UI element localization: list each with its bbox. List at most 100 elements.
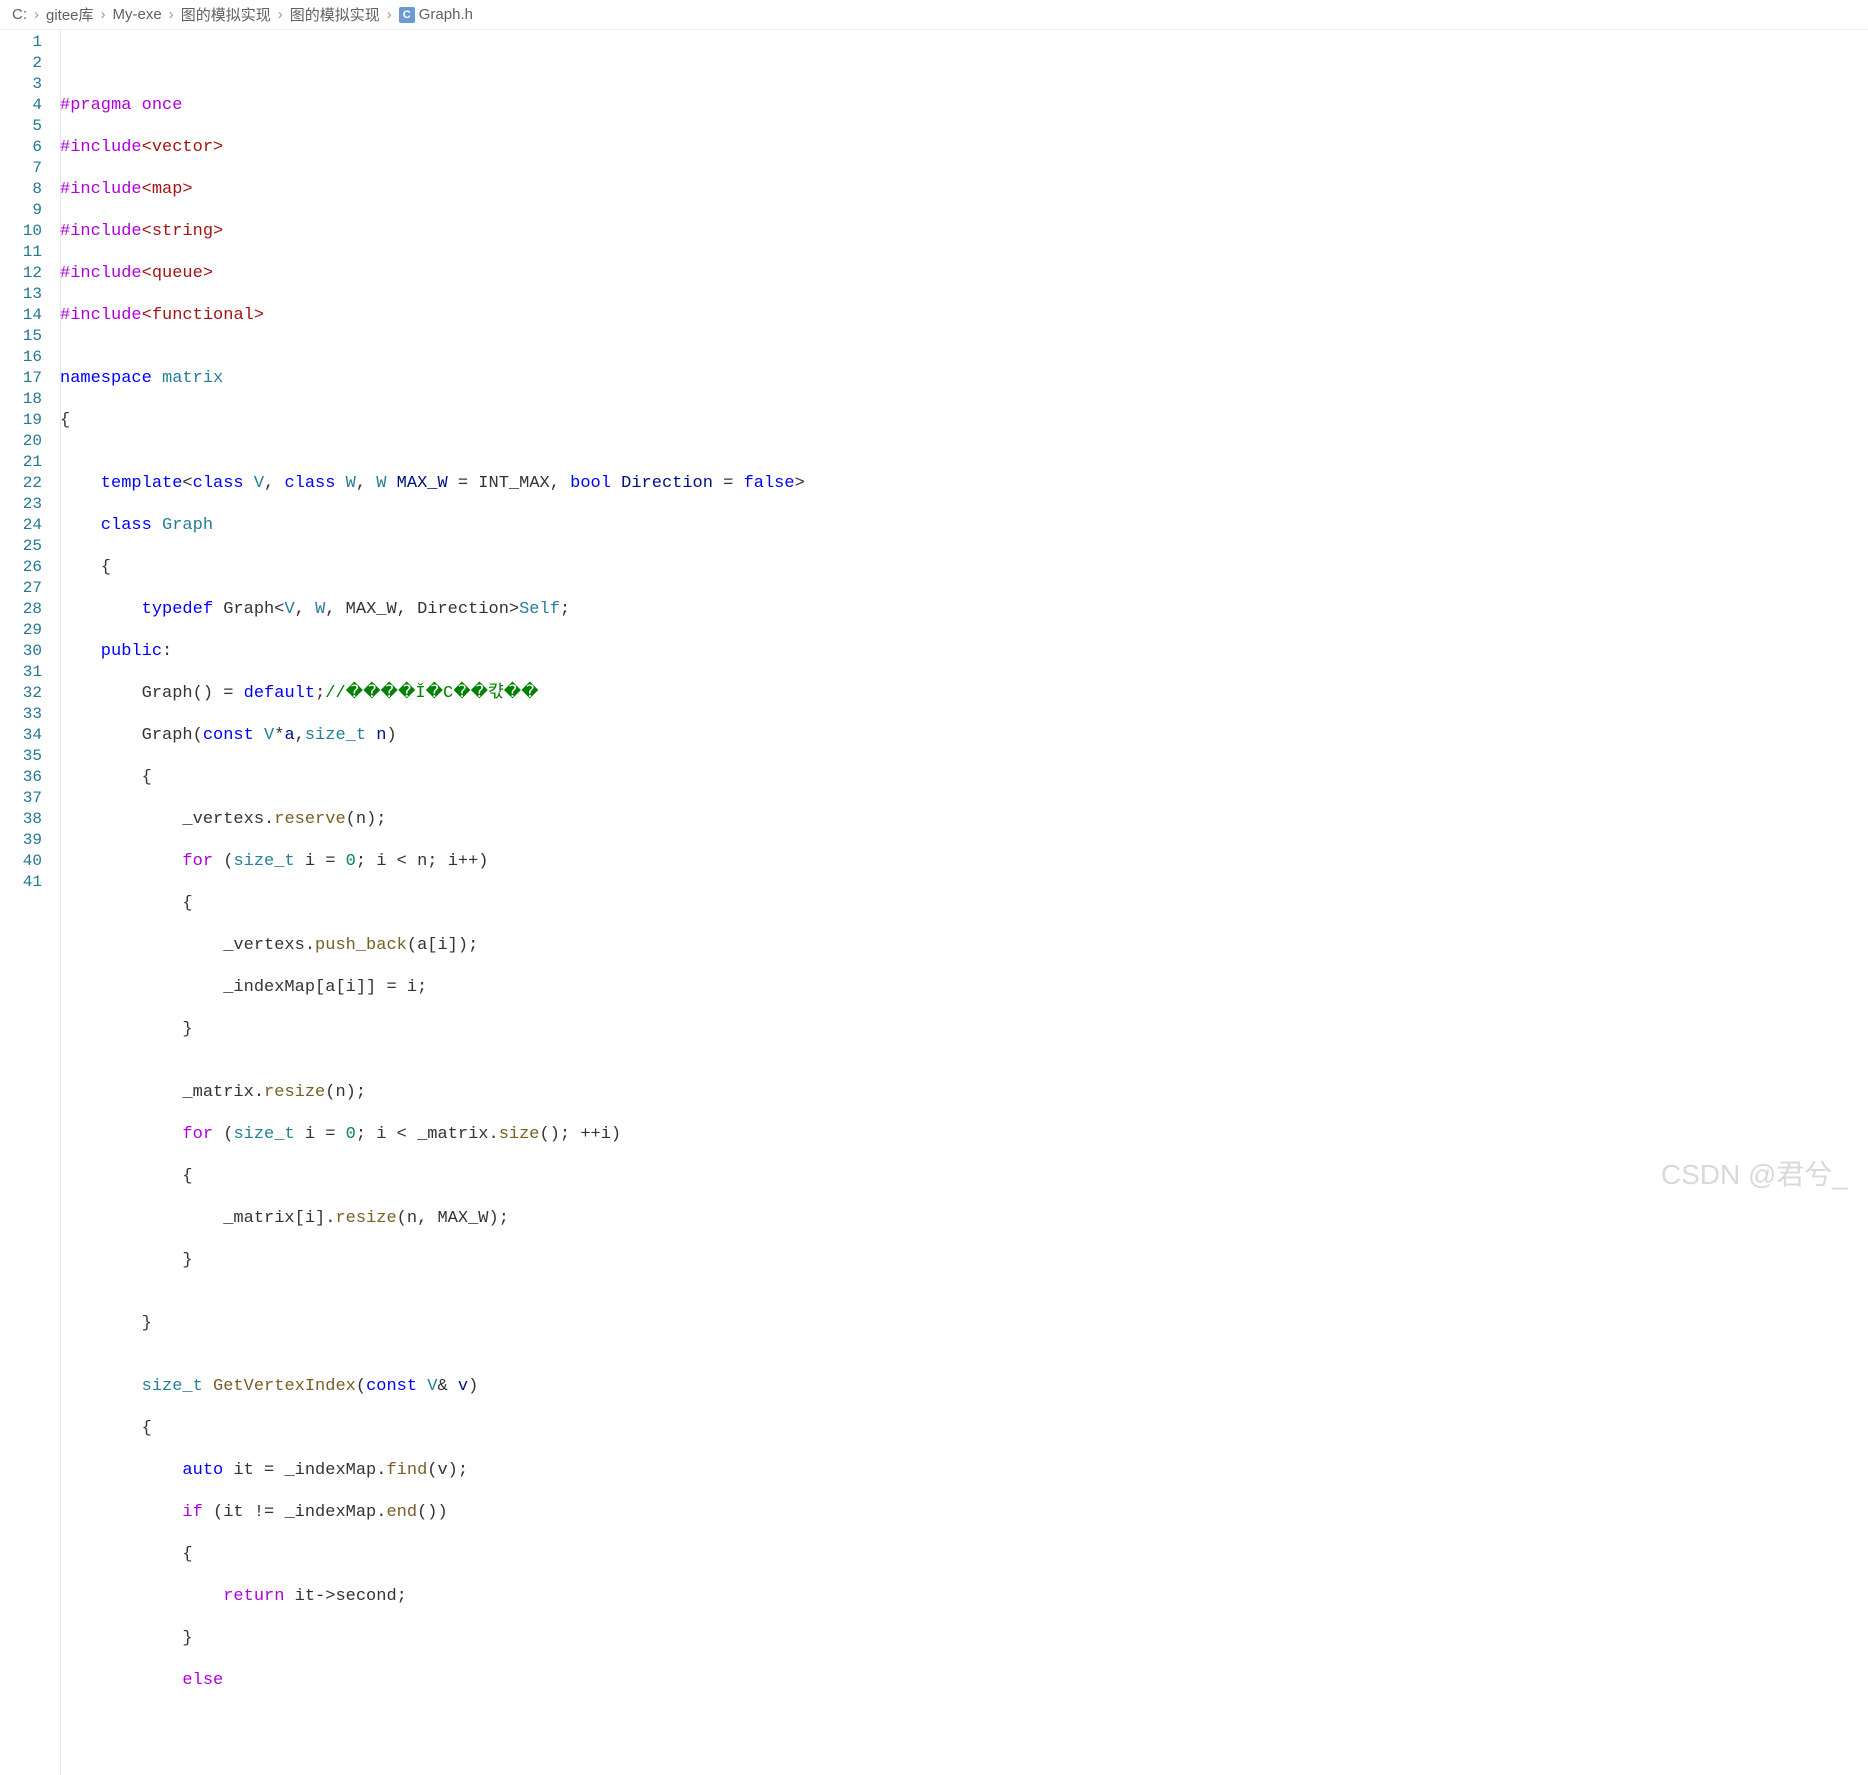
code-editor[interactable]: 1234567891011121314151617181920212223242… (0, 30, 1868, 1775)
chevron-right-icon: › (101, 6, 106, 23)
code-token: size_t (305, 726, 366, 745)
code-line: { (60, 1544, 1868, 1565)
code-token: (n); (346, 810, 387, 829)
code-token: V (417, 1377, 437, 1396)
breadcrumb-item[interactable]: gitee库 (46, 4, 94, 25)
code-token: Self (519, 600, 560, 619)
line-number: 12 (0, 263, 42, 284)
code-token: , (295, 726, 305, 745)
line-number: 39 (0, 830, 42, 851)
code-token: 0 (346, 1125, 356, 1144)
code-token: _vertexs. (60, 810, 274, 829)
breadcrumb-item[interactable]: My-exe (113, 6, 162, 23)
line-number: 17 (0, 368, 42, 389)
code-token: MAX_W (386, 474, 447, 493)
code-token: resize (264, 1083, 325, 1102)
line-number: 24 (0, 515, 42, 536)
code-token: for (60, 1125, 213, 1144)
code-token: class (284, 474, 335, 493)
line-number: 41 (0, 872, 42, 893)
line-number: 18 (0, 389, 42, 410)
code-token: false (744, 474, 795, 493)
code-token: if (60, 1503, 203, 1522)
code-content[interactable]: #pragma once #include<vector> #include<m… (60, 30, 1868, 1775)
line-number: 29 (0, 620, 42, 641)
c-file-icon: C (399, 7, 415, 23)
line-number: 30 (0, 641, 42, 662)
code-token: (a[i]); (407, 936, 478, 955)
code-token: class (193, 474, 244, 493)
line-number: 23 (0, 494, 42, 515)
code-token: i = (295, 852, 346, 871)
code-token: <queue> (142, 264, 213, 283)
chevron-right-icon: › (278, 6, 283, 23)
code-token: v (458, 1377, 468, 1396)
code-token: matrix (152, 369, 223, 388)
code-token: resize (335, 1209, 396, 1228)
code-token: #pragma (60, 96, 131, 115)
code-token: #include (60, 306, 142, 325)
chevron-right-icon: › (387, 6, 392, 23)
code-token: end (386, 1503, 417, 1522)
code-token: (n); (325, 1083, 366, 1102)
line-number: 16 (0, 347, 42, 368)
code-token: GetVertexIndex (203, 1377, 356, 1396)
line-number: 5 (0, 116, 42, 137)
code-token: 0 (346, 852, 356, 871)
code-token: ; i < _matrix. (356, 1125, 499, 1144)
code-line: { (60, 767, 1868, 788)
code-token: V (254, 726, 274, 745)
code-token: #include (60, 264, 142, 283)
code-token: Graph( (60, 726, 203, 745)
line-number: 28 (0, 599, 42, 620)
code-token: it = _indexMap. (223, 1461, 386, 1480)
code-token: (v); (427, 1461, 468, 1480)
line-number: 32 (0, 683, 42, 704)
code-token: reserve (274, 810, 345, 829)
code-token: _matrix. (60, 1083, 264, 1102)
line-number: 10 (0, 221, 42, 242)
breadcrumb-item[interactable]: 图的模拟实现 (181, 4, 271, 25)
line-number: 11 (0, 242, 42, 263)
code-token: bool (570, 474, 611, 493)
line-number: 15 (0, 326, 42, 347)
line-number: 9 (0, 200, 42, 221)
breadcrumb-file[interactable]: Graph.h (419, 6, 473, 23)
code-token: W (335, 474, 355, 493)
code-token: push_back (315, 936, 407, 955)
code-token: <vector> (142, 138, 224, 157)
code-token: size_t (233, 1125, 294, 1144)
code-token: #include (60, 222, 142, 241)
code-token: Graph (152, 516, 213, 535)
code-token: for (60, 852, 213, 871)
code-token: (it != _indexMap. (203, 1503, 387, 1522)
chevron-right-icon: › (34, 6, 39, 23)
code-token: ; i < n; i++) (356, 852, 489, 871)
code-token: a (284, 726, 294, 745)
code-token: i = (295, 1125, 346, 1144)
line-number: 13 (0, 284, 42, 305)
watermark: CSDN @君兮_ (1661, 1153, 1848, 1193)
code-token: W (315, 600, 325, 619)
line-number: 37 (0, 788, 42, 809)
code-line: } (60, 1313, 1868, 1334)
line-number: 36 (0, 767, 42, 788)
line-number: 4 (0, 95, 42, 116)
breadcrumb-item[interactable]: 图的模拟实现 (290, 4, 380, 25)
code-token: return (60, 1587, 284, 1606)
code-line: } (60, 1628, 1868, 1649)
line-number: 14 (0, 305, 42, 326)
code-token: else (60, 1671, 223, 1690)
breadcrumb-item[interactable]: C: (12, 6, 27, 23)
line-number: 27 (0, 578, 42, 599)
code-token: find (386, 1461, 427, 1480)
code-token: #include (60, 180, 142, 199)
code-token: once (131, 96, 182, 115)
code-token: , (295, 600, 315, 619)
code-token: , (264, 474, 284, 493)
code-token: V (284, 600, 294, 619)
code-token: const (203, 726, 254, 745)
code-token: template (60, 474, 182, 493)
code-token: ) (468, 1377, 478, 1396)
code-token: ; (315, 684, 325, 703)
